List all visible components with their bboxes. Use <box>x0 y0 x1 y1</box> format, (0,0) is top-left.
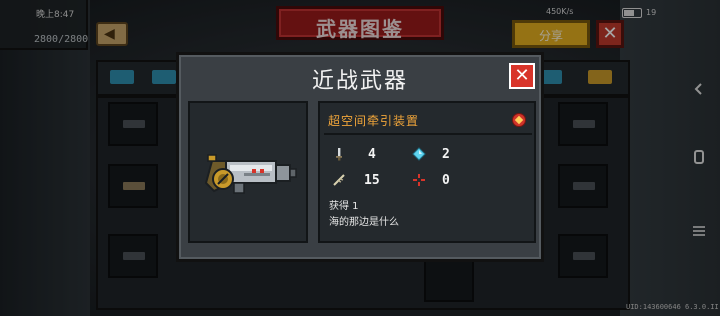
sword-icon <box>336 148 342 161</box>
close-icon: ✕ <box>514 65 530 86</box>
obtained-count: 获得 1 <box>329 201 359 212</box>
stat-crit-value: 15 <box>364 173 380 188</box>
diamond-icon <box>412 147 426 161</box>
stat-damage-value: 4 <box>368 147 376 162</box>
hyperspace-tractor-icon <box>204 154 297 194</box>
weapon-preview-frame <box>188 101 308 243</box>
modal-close-button[interactable]: ✕ <box>509 63 535 89</box>
weapon-name: 超空间牵引装置 <box>328 114 420 128</box>
feather-icon <box>333 174 345 186</box>
weapon-detail-modal: 近战武器 ✕ 超空间牵引装置 4 2 15 0 获得 1 海的那边是什么 <box>176 52 544 262</box>
info-divider <box>324 133 532 135</box>
modal-title: 近战武器 <box>311 69 408 94</box>
stat-energy-value: 2 <box>442 147 450 162</box>
crosshair-icon <box>413 174 425 186</box>
stat-accuracy-value: 0 <box>442 173 450 188</box>
weapon-info-panel: 超空间牵引装置 4 2 15 0 获得 1 海的那边是什么 <box>318 101 536 243</box>
weapon-description: 海的那边是什么 <box>329 217 399 228</box>
weapon-quality-badge-icon <box>512 113 526 127</box>
